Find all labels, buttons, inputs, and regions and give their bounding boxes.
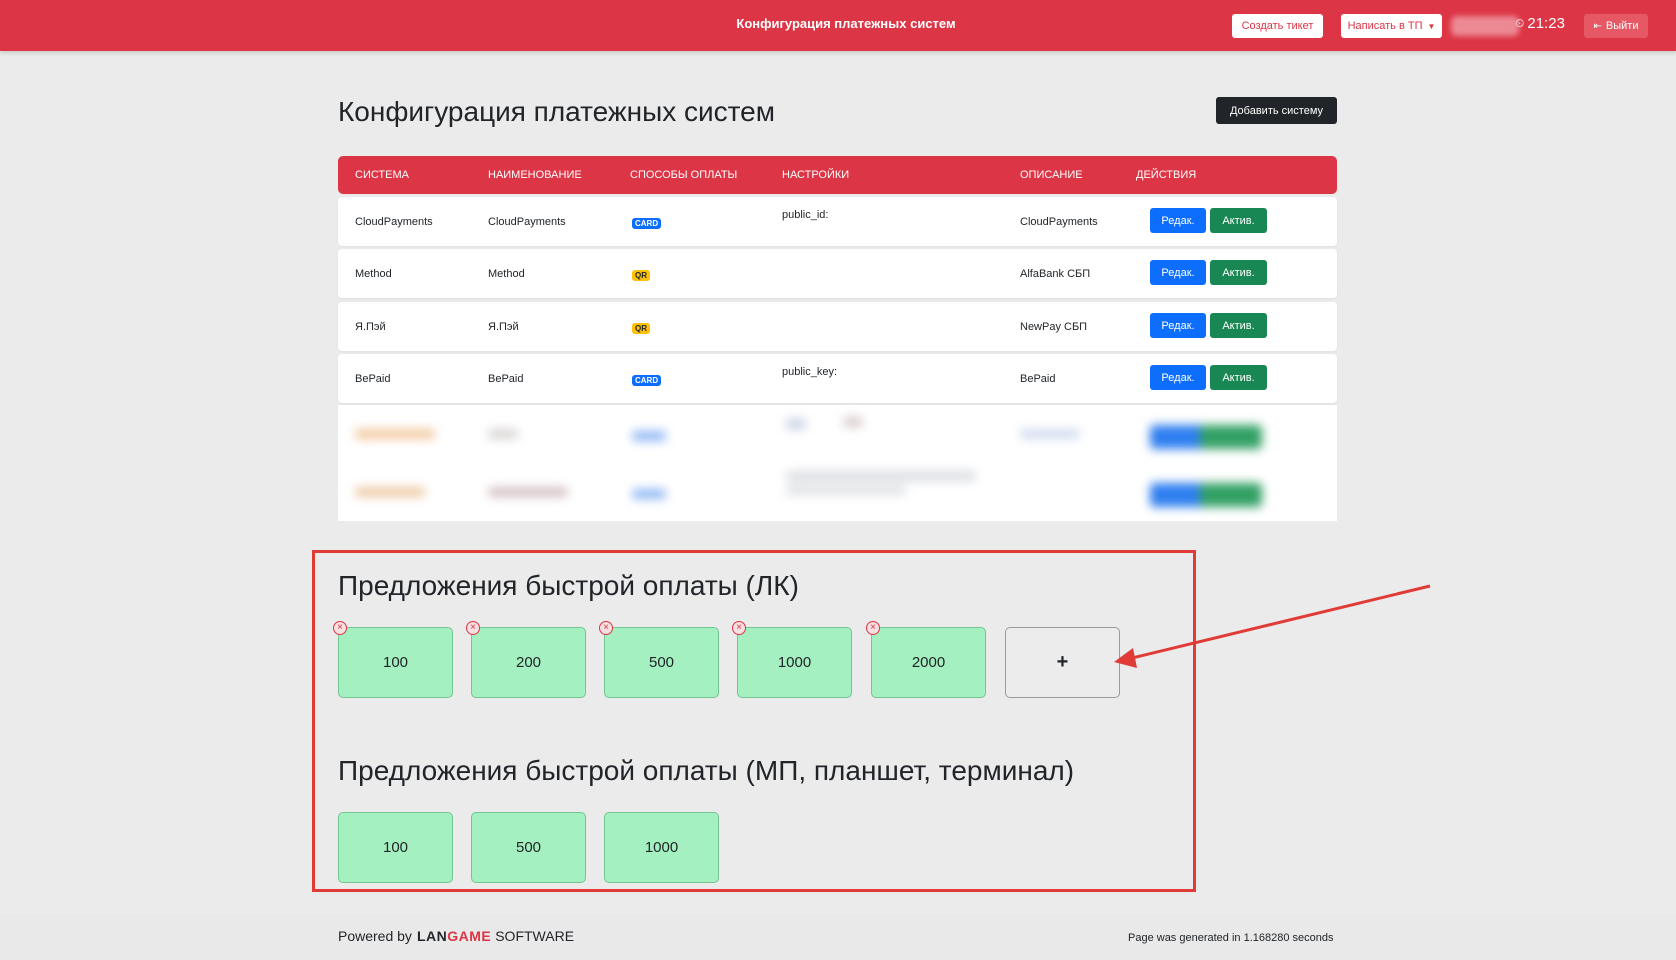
section-title-quick-mp: Предложения быстрой оплаты (МП, планшет,…: [338, 755, 1075, 786]
quick-amount-mp[interactable]: 100: [338, 812, 453, 883]
quick-amount-mp[interactable]: 1000: [604, 812, 719, 883]
annotation-arrow: [1114, 584, 1431, 668]
brand-logo: LANGAME: [417, 928, 491, 944]
brand-game: GAME: [447, 928, 492, 944]
brand-software: SOFTWARE: [495, 928, 575, 944]
amount-value: 100: [382, 839, 409, 856]
amount-value: 500: [515, 839, 542, 856]
powered-by-label: Powered by: [338, 928, 412, 944]
brand-lan: LAN: [416, 928, 448, 944]
footer: [0, 914, 1676, 960]
quick-amount-mp[interactable]: 500: [471, 812, 586, 883]
powered-by: Powered by LANGAME SOFTWARE: [338, 928, 574, 944]
generation-time: Page was generated in 1.168280 seconds: [1128, 932, 1334, 944]
amount-value: 1000: [644, 839, 679, 856]
